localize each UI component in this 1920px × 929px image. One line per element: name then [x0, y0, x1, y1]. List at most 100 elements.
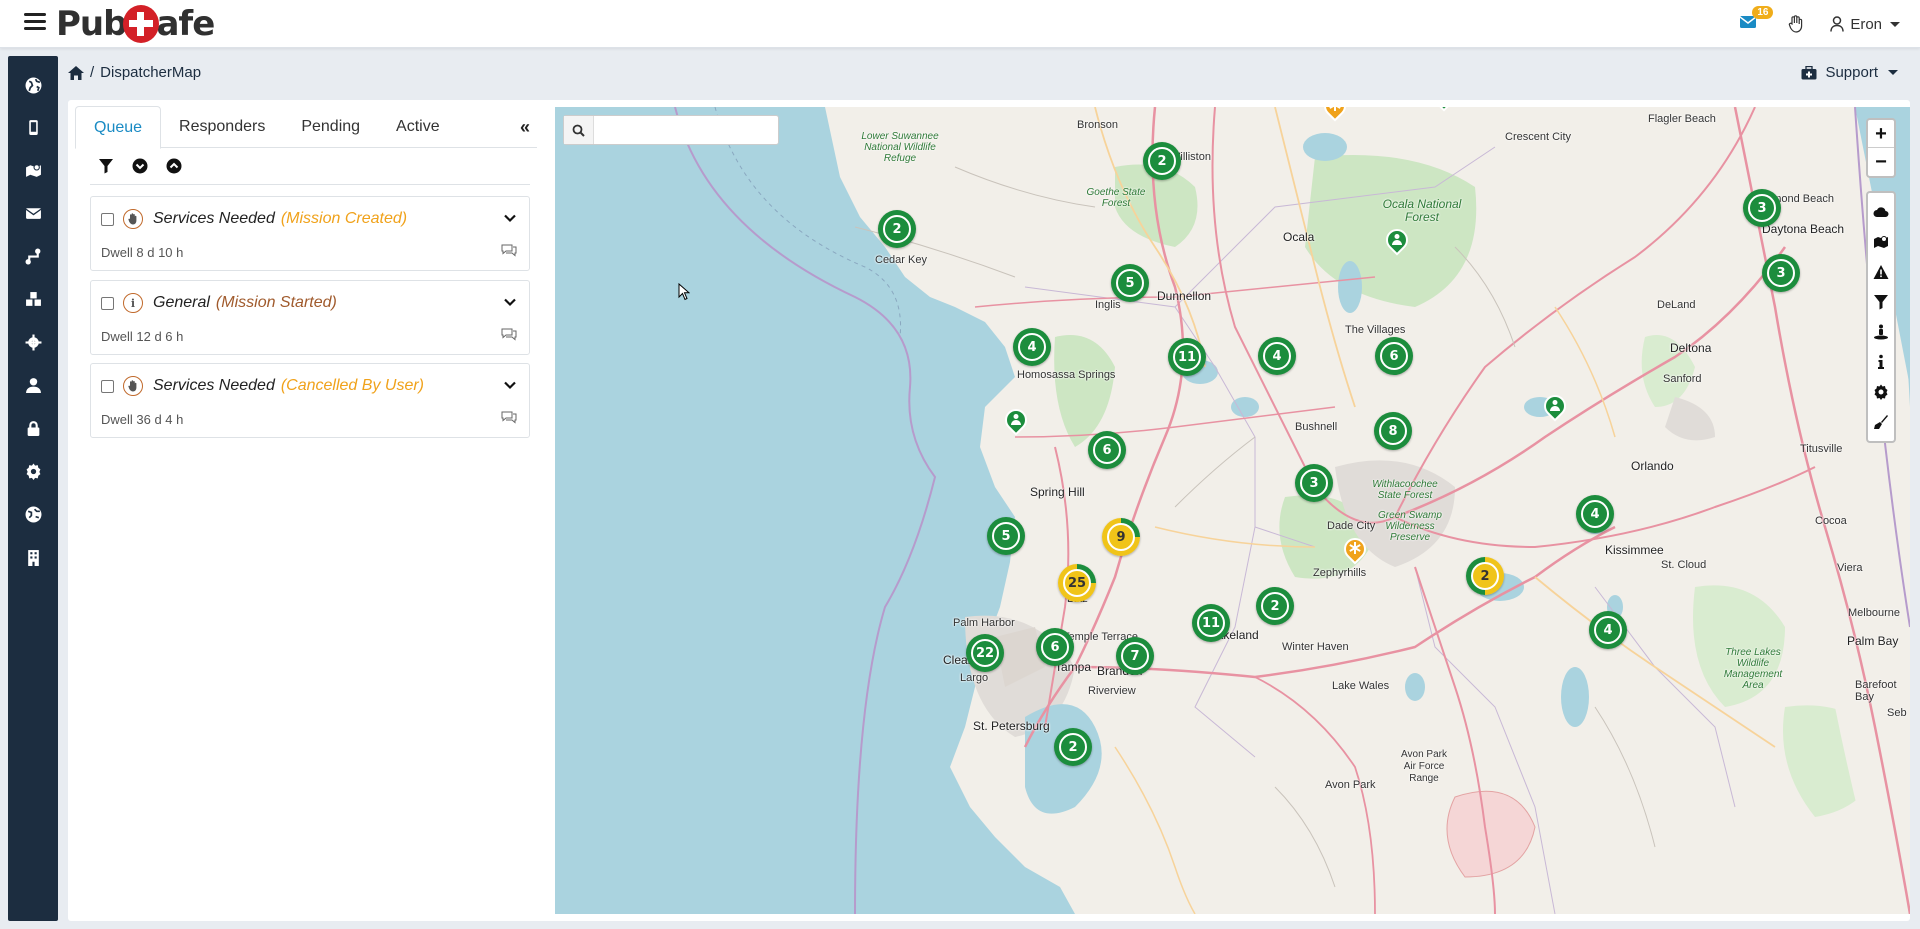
broom-clear-icon[interactable] [1868, 407, 1894, 437]
map-cluster[interactable]: 3 [1743, 189, 1781, 227]
comments-icon[interactable] [501, 243, 517, 258]
map-cluster[interactable]: 4 [1258, 337, 1296, 375]
map-label: Melbourne [1848, 607, 1900, 619]
map-label: Kissimmee [1605, 543, 1664, 557]
pubsafe-logo[interactable]: Pub afe [56, 4, 215, 44]
map-cluster[interactable]: 6 [1088, 431, 1126, 469]
map-cluster[interactable]: 6 [1036, 628, 1074, 666]
map-label: Goethe State Forest [1086, 187, 1146, 209]
card-checkbox[interactable] [101, 380, 114, 393]
map-cluster[interactable]: 2 [1256, 587, 1294, 625]
map-label: Ocala National Forest [1382, 197, 1462, 224]
info-icon[interactable] [1868, 347, 1894, 377]
comments-icon[interactable] [501, 410, 517, 425]
hamburger-menu-icon[interactable] [24, 13, 46, 31]
map-cluster[interactable]: 2 [1143, 142, 1181, 180]
map-cluster[interactable]: 6 [1375, 337, 1413, 375]
tab-active[interactable]: Active [378, 106, 458, 148]
card-status: (Mission Started) [215, 294, 337, 311]
map-cluster[interactable]: 8 [1374, 412, 1412, 450]
card-checkbox[interactable] [101, 297, 114, 310]
filter-icon[interactable] [98, 158, 114, 174]
settings-gear-icon[interactable] [1868, 377, 1894, 407]
sidebar-envelope-icon[interactable] [22, 202, 44, 224]
sidebar-globe-alt-icon[interactable] [22, 503, 44, 525]
home-icon[interactable] [68, 65, 84, 80]
sidebar-gear-icon[interactable] [22, 331, 44, 353]
user-menu[interactable]: Eron [1830, 16, 1900, 33]
filter-icon[interactable] [1868, 287, 1894, 317]
sidebar-cog-alt-icon[interactable] [22, 460, 44, 482]
map-cluster[interactable]: 25 [1058, 564, 1096, 602]
map-cluster[interactable]: 7 [1116, 637, 1154, 675]
card-dwell-time: Dwell 12 d 6 h [101, 329, 184, 344]
map-label: Homosassa Springs [1017, 369, 1116, 381]
cluster-count: 2 [1059, 733, 1087, 761]
responder-marker[interactable] [1539, 390, 1571, 425]
map-cluster[interactable]: 3 [1762, 254, 1800, 292]
sidebar-building-icon[interactable] [22, 546, 44, 568]
map-cluster[interactable]: 4 [1576, 495, 1614, 533]
collapse-all-icon[interactable] [166, 158, 182, 174]
sidebar-route-icon[interactable] [22, 245, 44, 267]
caret-down-icon [1890, 21, 1900, 27]
map-cluster[interactable]: 3 [1295, 464, 1333, 502]
chevron-down-icon[interactable] [503, 378, 517, 392]
cluster-count: 3 [1300, 469, 1328, 497]
map-cluster[interactable]: 5 [987, 517, 1025, 555]
map-cluster[interactable]: 5 [1111, 264, 1149, 302]
card-checkbox[interactable] [101, 213, 114, 226]
expand-all-icon[interactable] [132, 158, 148, 174]
queue-card[interactable]: i General (Mission Started) Dwell 12 d 6 … [90, 280, 530, 355]
sidebar-globe-icon[interactable] [22, 74, 44, 96]
dispatcher-map[interactable]: + − Bronson Williston Crescent City Flag… [555, 107, 1910, 914]
map-cluster[interactable]: 22 [966, 634, 1004, 672]
queue-card[interactable]: Services Needed (Cancelled By User) Dwell… [90, 363, 530, 438]
map-cluster[interactable]: 2 [1054, 728, 1092, 766]
sidebar-user-icon[interactable] [22, 374, 44, 396]
tab-pending[interactable]: Pending [283, 106, 378, 148]
hand-icon [123, 209, 143, 229]
warning-icon[interactable] [1868, 257, 1894, 287]
messages-button[interactable]: 16 [1739, 6, 1774, 33]
chevron-down-icon[interactable] [503, 295, 517, 309]
queue-panel: Queue Responders Pending Active « Servic… [68, 100, 544, 921]
map-label: Cocoa [1815, 515, 1847, 527]
map-cluster[interactable]: 11 [1192, 604, 1230, 642]
map-cluster[interactable]: 2 [1466, 557, 1504, 595]
map-cluster[interactable]: 11 [1168, 338, 1206, 376]
tab-queue[interactable]: Queue [75, 106, 162, 149]
hand-icon [123, 376, 143, 396]
collapse-panel-button[interactable]: « [520, 117, 530, 138]
support-menu[interactable]: Support [1801, 64, 1898, 81]
map-label: Zephyrhills [1313, 567, 1367, 579]
map-cluster[interactable]: 9 [1102, 518, 1140, 556]
street-view-icon[interactable] [1868, 317, 1894, 347]
tab-responders[interactable]: Responders [161, 106, 283, 148]
map-search-input[interactable] [599, 117, 778, 143]
hand-raise-icon[interactable] [1788, 15, 1804, 33]
weather-cloud-icon[interactable] [1868, 197, 1894, 227]
responder-marker[interactable] [1428, 107, 1460, 115]
chevron-down-icon[interactable] [503, 211, 517, 225]
zoom-in-button[interactable]: + [1868, 120, 1894, 148]
responder-marker[interactable] [1381, 224, 1413, 259]
left-icon-sidebar [8, 56, 58, 921]
zoom-out-button[interactable]: − [1868, 148, 1894, 176]
breadcrumb-separator: / [90, 64, 95, 81]
queue-card[interactable]: Services Needed (Mission Created) Dwell 8… [90, 196, 530, 271]
sidebar-cubes-icon[interactable] [22, 288, 44, 310]
comments-icon[interactable] [501, 327, 517, 342]
map-layers-icon[interactable] [1868, 227, 1894, 257]
sidebar-map-icon[interactable] [22, 159, 44, 181]
map-cluster[interactable]: 4 [1589, 611, 1627, 649]
map-cluster[interactable]: 4 [1013, 328, 1051, 366]
map-cluster[interactable]: 2 [878, 210, 916, 248]
sidebar-mobile-icon[interactable] [22, 116, 44, 138]
responder-marker[interactable] [1000, 404, 1032, 439]
sidebar-lock-icon[interactable] [22, 417, 44, 439]
incident-marker[interactable] [1339, 533, 1371, 568]
search-icon[interactable] [564, 116, 594, 144]
cluster-count: 3 [1748, 194, 1776, 222]
incident-marker[interactable] [1319, 107, 1351, 125]
